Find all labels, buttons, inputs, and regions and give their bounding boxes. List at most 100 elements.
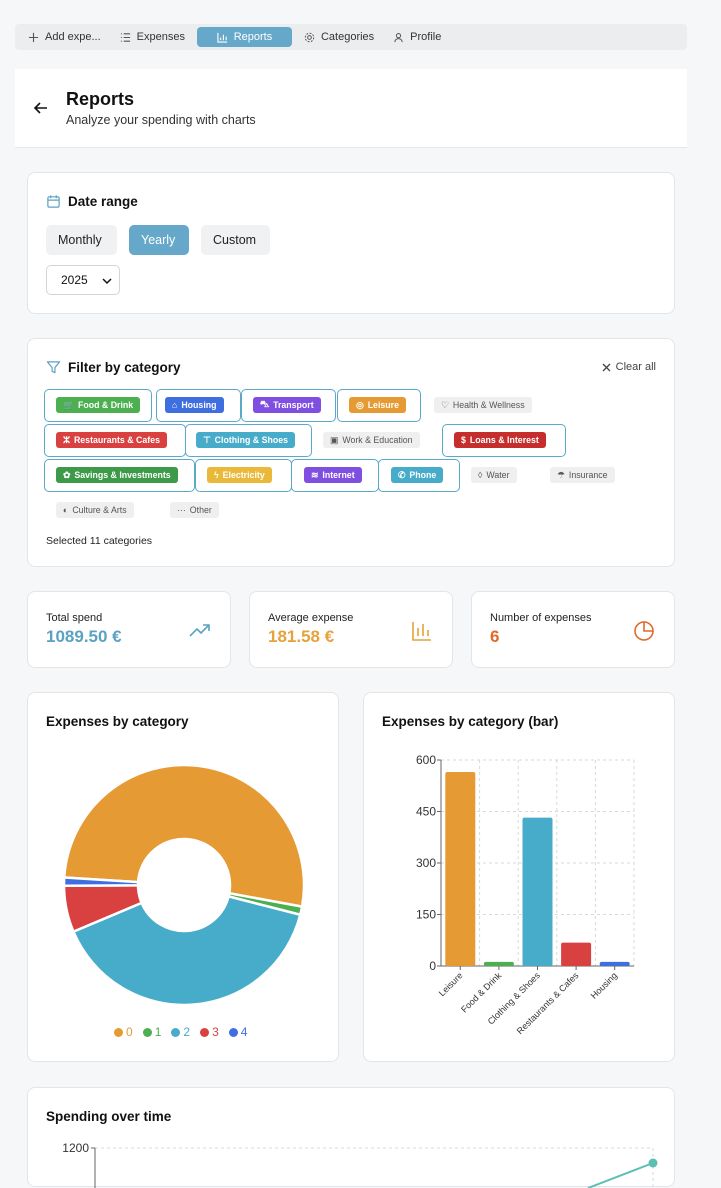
line-chart: 1200 — [62, 1141, 658, 1188]
calendar-icon — [47, 195, 60, 208]
pie-legend: 0 1 2 3 4 — [114, 1025, 247, 1039]
bar[interactable] — [483, 961, 514, 966]
tab-reports[interactable]: Reports — [196, 27, 292, 47]
briefcase-icon: ▣ — [330, 434, 339, 445]
category-chip-electricity[interactable]: ϟ Electricity — [207, 467, 272, 483]
filter-title: Filter by category — [68, 360, 181, 375]
bar-chart-card: Expenses by category (bar) 0 150 300 450 600… — [363, 692, 675, 1062]
category-chip-housing[interactable]: ⌂ Housing — [165, 397, 224, 413]
expense-count-label: Number of expenses — [490, 612, 592, 624]
category-chip-work-education[interactable]: ▣ Work & Education — [323, 432, 420, 448]
bar[interactable] — [522, 817, 553, 966]
yearly-button[interactable]: Yearly — [129, 225, 189, 255]
legend-label: 1 — [154, 1025, 162, 1039]
pie-chart-card: Expenses by category 01234 — [27, 692, 339, 1062]
plus-icon — [28, 32, 39, 42]
chip-label: Loans & Interest — [469, 435, 539, 445]
droplet-icon: ◊ — [478, 470, 483, 480]
bar[interactable] — [561, 942, 592, 966]
custom-button[interactable]: Custom — [201, 225, 270, 255]
tab-expenses[interactable]: Expenses — [113, 27, 192, 47]
tab-categories[interactable]: Categories — [297, 27, 381, 47]
list-icon — [120, 32, 130, 42]
chip-label: Culture & Arts — [72, 505, 127, 515]
bar-chart: 0150300450600LeisureFood & DrinkClothing… — [416, 753, 635, 1036]
category-chip-clothing-shoes[interactable]: ⊤ Clothing & Shoes — [196, 432, 295, 448]
chip-label: Insurance — [568, 470, 608, 480]
category-chip-health-wellness[interactable]: ♡ Health & Wellness — [434, 397, 532, 413]
category-chip-other[interactable]: ··· Other — [170, 502, 219, 518]
category-chip-transport[interactable]: ⛍ Transport — [253, 397, 321, 413]
chip-label: Water — [486, 470, 510, 480]
category-chip-savings-investments[interactable]: ✿ Savings & Investments — [56, 467, 178, 483]
category-chip-water[interactable]: ◊ Water — [471, 467, 517, 483]
bar-chart-icon — [217, 32, 227, 43]
clear-all-label: Clear all — [615, 361, 656, 373]
chip-label: Clothing & Shoes — [214, 435, 288, 445]
date-range-card: Date range Monthly Yearly Custom 2025 — [27, 172, 675, 314]
cart-icon: 🛒 — [63, 399, 74, 410]
legend-dot — [142, 1028, 152, 1037]
top-navigation: Add expe... Expenses Reports Categories … — [15, 24, 687, 50]
piggy-bank-icon: ✿ — [63, 469, 71, 480]
umbrella-icon: ☂ — [557, 469, 565, 480]
dollar-icon: $ — [461, 435, 466, 445]
chip-label: Savings & Investments — [74, 470, 171, 480]
category-chip-food-drink[interactable]: 🛒 Food & Drink — [56, 397, 141, 413]
chip-label: Electricity — [222, 470, 265, 480]
legend-item[interactable]: 3 — [200, 1025, 219, 1039]
page-subtitle: Analyze your spending with charts — [66, 113, 256, 127]
filter-card: Filter by category Clear all 🛒 Food & Dri… — [27, 338, 675, 567]
legend-item[interactable]: 1 — [142, 1025, 162, 1039]
clear-all-button[interactable]: Clear all — [602, 361, 656, 373]
average-expense-value: 181.58 € — [268, 627, 335, 646]
chip-label: Restaurants & Cafes — [73, 435, 160, 445]
legend-item[interactable]: 2 — [171, 1025, 190, 1039]
y-tick-label: 450 — [416, 805, 436, 819]
y-tick-label: 600 — [416, 753, 436, 767]
bar-chart-icon — [412, 622, 431, 641]
chip-label: Other — [189, 505, 212, 515]
monthly-button[interactable]: Monthly — [46, 225, 117, 255]
chip-label: Transport — [273, 400, 314, 410]
legend-label: 3 — [212, 1025, 219, 1039]
close-icon — [602, 363, 611, 371]
tab-add-expense[interactable]: Add expe... — [21, 27, 108, 47]
legend-dot — [228, 1028, 238, 1037]
total-spend-value: 1089.50 € — [46, 627, 122, 646]
user-icon — [394, 32, 403, 42]
y-tick-label: 300 — [416, 856, 436, 870]
category-chip-phone[interactable]: ✆ Phone — [391, 467, 444, 483]
category-chip-internet[interactable]: ≋ Internet — [304, 467, 362, 483]
back-arrow-icon[interactable] — [33, 100, 49, 116]
legend-item[interactable]: 0 — [114, 1025, 133, 1039]
chip-label: Work & Education — [342, 435, 413, 445]
tab-profile[interactable]: Profile — [386, 27, 448, 47]
legend-label: 2 — [183, 1025, 191, 1039]
pie-chart-icon — [634, 621, 654, 641]
expense-count-card: Number of expenses 6 — [471, 591, 675, 668]
legend-dot — [200, 1028, 210, 1037]
total-spend-label: Total spend — [46, 612, 103, 624]
category-chip-culture-arts[interactable]: ◐ Culture & Arts — [56, 502, 134, 518]
phone-icon: ✆ — [398, 469, 406, 480]
legend-label: 0 — [126, 1025, 133, 1039]
year-select[interactable]: 2025 — [46, 265, 120, 295]
bar[interactable] — [445, 772, 476, 966]
wifi-icon: ≋ — [311, 469, 319, 480]
tab-label: Add expe... — [45, 31, 101, 43]
category-chip-leisure[interactable]: ◎ Leisure — [349, 397, 406, 413]
selected-count: Selected 11 categories — [46, 535, 153, 547]
y-tick-label: 150 — [416, 908, 436, 922]
legend-item[interactable]: 4 — [228, 1025, 248, 1039]
tab-label: Profile — [410, 31, 442, 43]
line-point[interactable] — [648, 1158, 658, 1168]
legend-dot — [114, 1028, 123, 1037]
car-icon: ⛍ — [260, 399, 270, 409]
legend-label: 4 — [240, 1025, 248, 1039]
category-chip-insurance[interactable]: ☂ Insurance — [550, 467, 615, 483]
category-chip-restaurants-cafes[interactable]: ⵣ Restaurants & Cafes — [56, 432, 167, 448]
bar[interactable] — [599, 961, 630, 966]
category-chip-loans-interest[interactable]: $ Loans & Interest — [454, 432, 546, 448]
chip-label: Internet — [322, 470, 355, 480]
